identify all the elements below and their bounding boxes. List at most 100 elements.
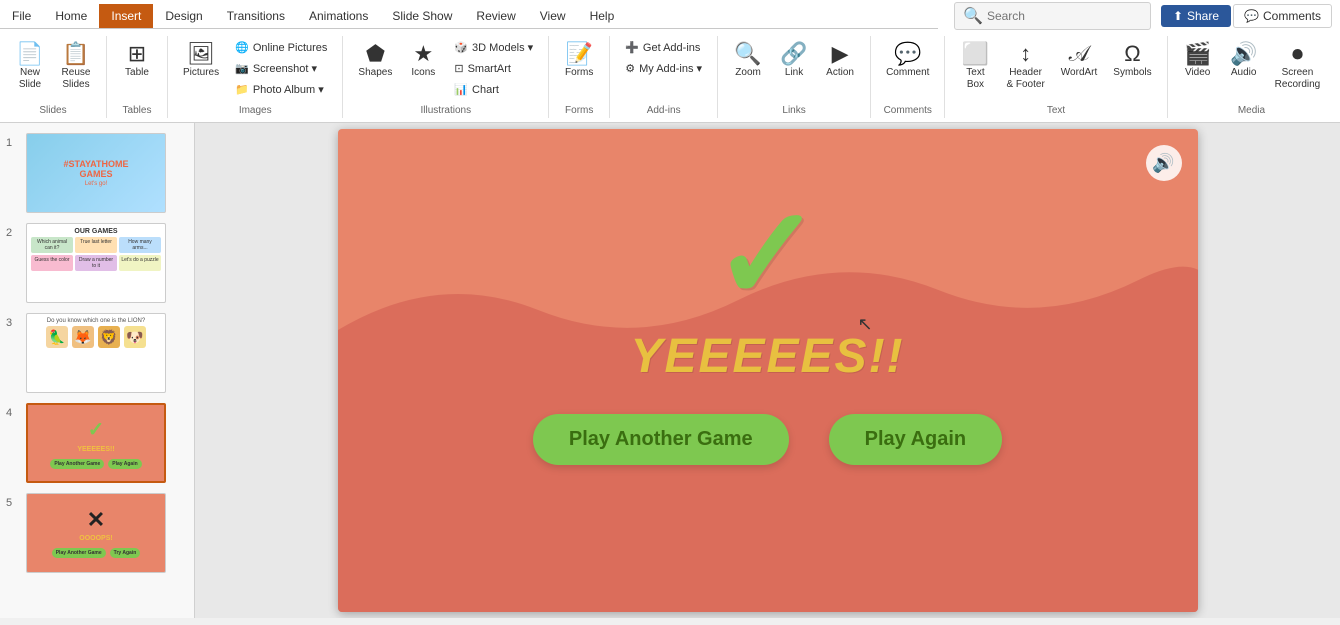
group-comments: 💬 Comment Comments	[871, 36, 945, 118]
tab-file[interactable]: File	[0, 4, 43, 28]
zoom-button[interactable]: 🔍 Zoom	[726, 38, 770, 84]
screen-recording-button[interactable]: ⏺ ScreenRecording	[1268, 38, 1328, 96]
header-footer-button[interactable]: ↕ Header& Footer	[999, 38, 1051, 96]
search-icon: 🔍	[963, 6, 983, 26]
search-bar[interactable]: 🔍	[954, 2, 1151, 30]
ribbon-tabs: File Home Insert Design Transitions Anim…	[0, 4, 938, 29]
slide-image-5: ✕ OOOOPS! Play Another Game Try Again	[26, 493, 166, 573]
sound-button[interactable]: 🔊	[1146, 145, 1182, 181]
images-group-label: Images	[176, 101, 334, 116]
group-addins: ➕ Get Add-ins ⚙ My Add-ins ▾ Add-ins	[610, 36, 718, 118]
slide-num-3: 3	[6, 317, 20, 329]
share-icon: ⬆	[1173, 9, 1183, 23]
smartart-icon: ⊡	[454, 62, 463, 75]
video-button[interactable]: 🎬 Video	[1176, 38, 1220, 84]
tab-review[interactable]: Review	[464, 4, 527, 28]
textbox-button[interactable]: ⬜ TextBox	[953, 38, 997, 96]
group-slides: 📄 NewSlide 📋 ReuseSlides Slides	[0, 36, 107, 118]
slide-thumb-5[interactable]: 5 ✕ OOOOPS! Play Another Game Try Again	[4, 491, 190, 575]
photo-album-button[interactable]: 📁 Photo Album ▾	[228, 80, 334, 99]
canvas-area: 🔊 ✓ YEEEEES!! Play Another Game Play Aga…	[195, 123, 1340, 618]
share-button[interactable]: ⬆ Share	[1161, 5, 1231, 27]
3d-models-icon: 🎲	[454, 41, 468, 54]
video-icon: 🎬	[1184, 43, 1211, 65]
screen-recording-icon: ⏺	[1292, 43, 1303, 65]
zoom-icon: 🔍	[734, 43, 761, 65]
slides-group-label: Slides	[8, 101, 98, 116]
textbox-icon: ⬜	[962, 43, 989, 65]
symbols-button[interactable]: Ω Symbols	[1106, 38, 1158, 84]
tab-help[interactable]: Help	[578, 4, 627, 28]
action-icon: ▶	[832, 43, 849, 65]
shapes-icon: ⬟	[366, 43, 385, 65]
my-addins-icon: ⚙	[625, 62, 635, 75]
forms-icon: 📝	[566, 43, 593, 65]
action-button[interactable]: ▶ Action	[818, 38, 862, 84]
chart-icon: 📊	[454, 83, 468, 96]
my-addins-button[interactable]: ⚙ My Add-ins ▾	[618, 59, 709, 78]
slide4-yes-text: YEEEEES!!	[77, 446, 114, 453]
online-pictures-icon: 🌐	[235, 41, 249, 54]
online-pictures-button[interactable]: 🌐 Online Pictures	[228, 38, 334, 57]
get-addins-icon: ➕	[625, 41, 639, 54]
shapes-button[interactable]: ⬟ Shapes	[351, 38, 399, 84]
links-group-label: Links	[726, 101, 862, 116]
icons-button[interactable]: ★ Icons	[401, 38, 445, 84]
slide-thumb-3[interactable]: 3 Do you know which one is the LION? 🦜 🦊…	[4, 311, 190, 395]
icons-icon: ★	[413, 43, 433, 65]
audio-button[interactable]: 🔊 Audio	[1222, 38, 1266, 84]
illustrations-group-label: Illustrations	[351, 101, 540, 116]
screenshot-button[interactable]: 📷 Screenshot ▾	[228, 59, 334, 78]
pictures-icon: 🖼	[187, 43, 215, 65]
slide-thumb-1[interactable]: 1 #STAYATHOMEGAMES Let's go!	[4, 131, 190, 215]
tab-home[interactable]: Home	[43, 4, 99, 28]
tab-animations[interactable]: Animations	[297, 4, 380, 28]
media-group-label: Media	[1176, 101, 1328, 116]
comments-group-label: Comments	[879, 101, 936, 116]
buttons-row: Play Another Game Play Again	[533, 414, 1002, 465]
table-button[interactable]: ⊞ Table	[115, 38, 159, 84]
tab-insert[interactable]: Insert	[99, 4, 153, 28]
audio-icon: 🔊	[1230, 43, 1257, 65]
link-icon: 🔗	[780, 43, 807, 65]
play-another-game-button[interactable]: Play Another Game	[533, 414, 789, 465]
tables-group-label: Tables	[115, 101, 159, 116]
group-forms: 📝 Forms Forms	[549, 36, 610, 118]
comments-button[interactable]: 💬 Comments	[1233, 4, 1332, 28]
play-again-button[interactable]: Play Again	[829, 414, 1003, 465]
get-addins-button[interactable]: ➕ Get Add-ins	[618, 38, 709, 57]
group-media: 🎬 Video 🔊 Audio ⏺ ScreenRecording Media	[1168, 36, 1336, 118]
slide-num-2: 2	[6, 227, 20, 239]
comment-button[interactable]: 💬 Comment	[879, 38, 936, 84]
slide-num-1: 1	[6, 137, 20, 149]
slide4-checkmark: ✓	[88, 417, 105, 442]
link-button[interactable]: 🔗 Link	[772, 38, 816, 84]
group-text: ⬜ TextBox ↕ Header& Footer 𝒜 WordArt Ω S…	[945, 36, 1167, 118]
big-checkmark: ✓	[713, 189, 822, 319]
group-tables: ⊞ Table Tables	[107, 36, 168, 118]
photo-album-icon: 📁	[235, 83, 249, 96]
pictures-button[interactable]: 🖼 Pictures	[176, 38, 226, 84]
smartart-button[interactable]: ⊡ SmartArt	[447, 59, 540, 78]
wordart-button[interactable]: 𝒜 WordArt	[1054, 38, 1105, 84]
new-slide-button[interactable]: 📄 NewSlide	[8, 38, 52, 96]
addins-group-label: Add-ins	[618, 101, 709, 116]
share-area: 🔍 ⬆ Share 💬 Comments	[938, 0, 1340, 32]
ribbon-body: 📄 NewSlide 📋 ReuseSlides Slides ⊞ Table …	[0, 32, 1340, 122]
reuse-slides-button[interactable]: 📋 ReuseSlides	[54, 38, 98, 96]
symbols-icon: Ω	[1124, 43, 1140, 65]
chart-button[interactable]: 📊 Chart	[447, 80, 540, 99]
tab-view[interactable]: View	[528, 4, 578, 28]
tab-transitions[interactable]: Transitions	[215, 4, 297, 28]
slide-image-4: ✓ YEEEEES!! Play Another Game Play Again	[26, 403, 166, 483]
tab-design[interactable]: Design	[153, 4, 214, 28]
reuse-slides-icon: 📋	[62, 43, 89, 65]
forms-button[interactable]: 📝 Forms	[557, 38, 601, 84]
3d-models-button[interactable]: 🎲 3D Models ▾	[447, 38, 540, 57]
slide-thumb-2[interactable]: 2 OUR GAMES Which animal can it? True la…	[4, 221, 190, 305]
slide-thumb-4[interactable]: 4 ✓ YEEEEES!! Play Another Game Play Aga…	[4, 401, 190, 485]
tab-slideshow[interactable]: Slide Show	[380, 4, 464, 28]
checkmark-container: ✓	[713, 189, 822, 319]
search-input[interactable]	[987, 9, 1142, 23]
main-layout: 1 #STAYATHOMEGAMES Let's go! 2 OUR GAMES…	[0, 123, 1340, 618]
